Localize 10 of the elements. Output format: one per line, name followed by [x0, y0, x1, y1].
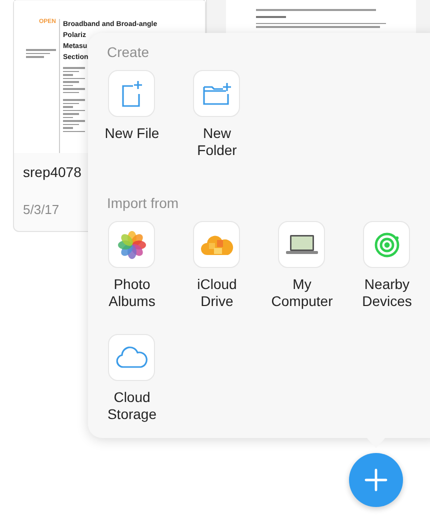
menu-item-label: New Folder — [196, 125, 238, 159]
section-header: Import from — [107, 194, 179, 213]
section-header: Create — [107, 43, 150, 62]
file-date: 5/3/17 — [23, 201, 60, 219]
menu-item-label: Photo Albums — [108, 276, 156, 310]
menu-item-label: Cloud Storage — [106, 389, 158, 423]
file-name: srep4078 — [23, 163, 82, 182]
menu-item-label: iCloud Drive — [196, 276, 238, 310]
menu-item-label: Nearby Devices — [361, 276, 413, 310]
menu-item-label: New File — [105, 125, 159, 142]
